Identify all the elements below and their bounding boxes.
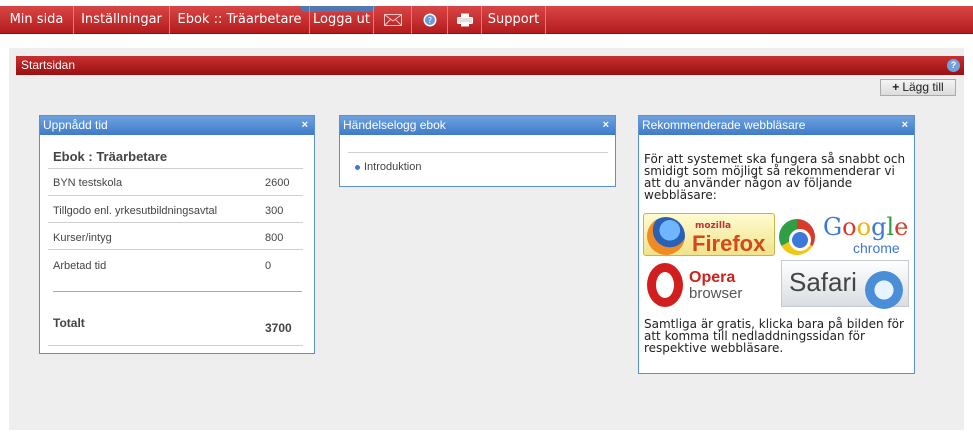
- widget-header: Rekommenderade webbläsare ×: [639, 116, 914, 135]
- divider: [48, 249, 303, 250]
- help-icon[interactable]: ?: [412, 6, 448, 34]
- widget-header: Händelselogg ebok ×: [340, 116, 615, 135]
- divider: [48, 345, 303, 346]
- chrome-logo-icon: [779, 219, 815, 255]
- log-item-label: Introduktion: [364, 161, 422, 173]
- widget-handelselogg: Händelselogg ebok × Introduktion: [339, 115, 616, 187]
- row-label: BYN testskola: [53, 177, 123, 189]
- divider: [348, 152, 608, 153]
- firefox-logo-icon: [647, 217, 685, 255]
- nav-ebok-traarbetare[interactable]: Ebok :: Träarbetare: [170, 6, 310, 34]
- close-icon[interactable]: ×: [302, 116, 308, 135]
- firefox-label: Firefox: [692, 231, 766, 256]
- close-icon[interactable]: ×: [603, 116, 609, 135]
- row-value: 300: [265, 205, 284, 217]
- row-value: 2600: [265, 177, 290, 189]
- page-title: Startsidan: [21, 58, 76, 72]
- widget-title: Uppnådd tid: [43, 118, 108, 132]
- divider: [48, 222, 303, 223]
- nav-min-sida[interactable]: Min sida: [0, 6, 74, 34]
- total-value: 3700: [265, 321, 292, 335]
- chrome-link[interactable]: Google chrome: [777, 213, 909, 259]
- firefox-small-label: mozilla: [695, 221, 732, 231]
- page-help-icon[interactable]: ?: [947, 59, 960, 72]
- opera-logo-icon: [647, 263, 683, 307]
- safari-compass-icon: [865, 271, 903, 309]
- mail-icon[interactable]: [374, 6, 412, 34]
- browser-intro-text: För att systemet ska fungera så snabbt o…: [644, 152, 906, 202]
- log-item[interactable]: Introduktion: [355, 161, 421, 173]
- nav-support[interactable]: Support: [482, 6, 546, 34]
- total-divider: [53, 291, 302, 292]
- plus-icon: +: [892, 80, 900, 94]
- ebok-subtitle: Ebok : Träarbetare: [53, 149, 168, 164]
- add-widget-button[interactable]: + Lägg till: [880, 79, 956, 96]
- divider: [48, 168, 303, 169]
- row-label: Kurser/intyg: [53, 232, 112, 244]
- widget-uppnadd-tid: Uppnådd tid × Ebok : Träarbetare BYN tes…: [39, 115, 315, 354]
- print-icon[interactable]: [448, 6, 482, 34]
- bullet-icon: [355, 164, 360, 170]
- browser-outro-text: Samtliga är gratis, klicka bara på bilde…: [644, 317, 904, 355]
- widget-webblasare: Rekommenderade webbläsare × För att syst…: [638, 115, 915, 374]
- firefox-link[interactable]: mozilla Firefox: [643, 213, 775, 256]
- nav-installningar[interactable]: Inställningar: [74, 6, 170, 34]
- row-value: 800: [265, 232, 284, 244]
- opera-browser-label: browser: [689, 285, 743, 302]
- add-widget-label: Lägg till: [902, 80, 944, 94]
- chrome-label: chrome: [853, 240, 900, 256]
- svg-text:?: ?: [427, 16, 431, 25]
- opera-link[interactable]: Opera browser: [647, 263, 762, 308]
- divider: [48, 195, 303, 196]
- row-label: Tillgodo enl. yrkesutbildningsavtal: [53, 205, 218, 217]
- widget-header: Uppnådd tid ×: [40, 116, 314, 135]
- safari-label: Safari: [789, 267, 857, 297]
- safari-link[interactable]: Safari: [781, 260, 909, 309]
- widget-title: Händelselogg ebok: [343, 118, 446, 132]
- widget-title: Rekommenderade webbläsare: [642, 118, 806, 132]
- close-icon[interactable]: ×: [902, 116, 908, 135]
- row-value: 0: [265, 260, 272, 272]
- total-label: Totalt: [53, 316, 85, 330]
- page-header: Startsidan ?: [16, 56, 964, 75]
- top-navigation-bar: Min sida Inställningar Ebok :: Träarbeta…: [0, 6, 973, 34]
- nav-logga-ut[interactable]: Logga ut: [310, 6, 374, 34]
- row-label: Arbetad tid: [53, 260, 107, 272]
- google-label: Google: [823, 213, 909, 241]
